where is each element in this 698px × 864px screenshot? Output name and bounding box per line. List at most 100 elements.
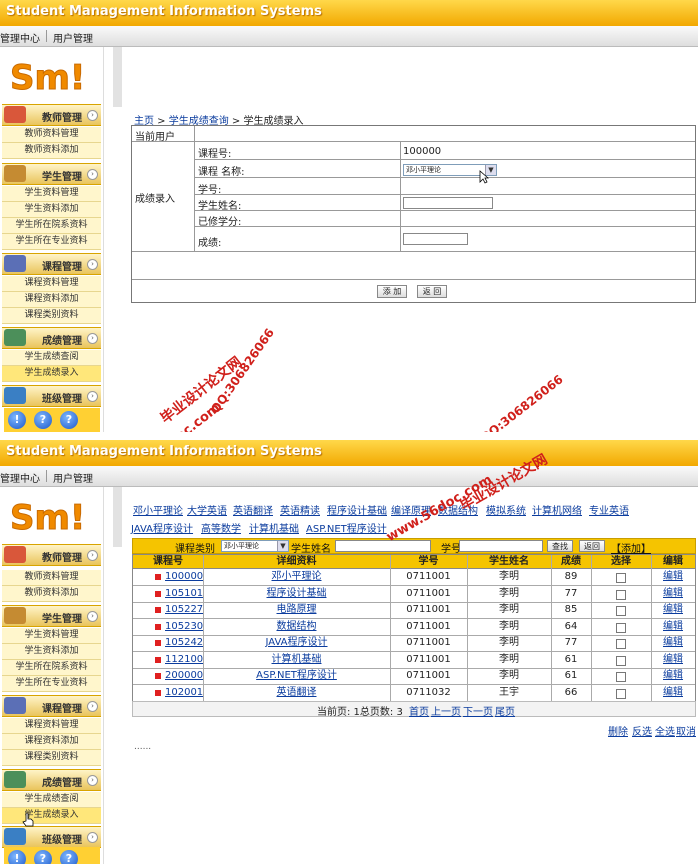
sidebar-group-score[interactable]: 成绩管理 › [2, 769, 101, 791]
sidebar-item-student-manage[interactable]: 学生资料管理 [2, 186, 101, 202]
sidebar-group-class[interactable]: 班级管理 › [2, 385, 101, 407]
sidebar-item-student-add[interactable]: 学生资料添加 [2, 202, 101, 218]
row-select-checkbox[interactable] [616, 639, 626, 649]
tab-course[interactable]: 英语精读 [280, 502, 320, 517]
row-select-checkbox[interactable] [616, 573, 626, 583]
sidebar-item-student-department[interactable]: 学生所在院系资料 [2, 218, 101, 234]
tab-course[interactable]: 模拟系统 [486, 502, 526, 517]
course-no-cell[interactable]: 100000 [157, 569, 203, 585]
edit-link[interactable]: 编辑 [651, 602, 695, 618]
top-menu-admin-center[interactable]: 管理中心 [0, 470, 40, 485]
collapse-icon[interactable]: › [87, 550, 98, 561]
sidebar-item-student-manage[interactable]: 学生资料管理 [2, 628, 101, 644]
prev-page-link[interactable]: 上一页 [431, 703, 461, 718]
select-all-link[interactable]: 全选 [655, 723, 675, 738]
course-detail-link[interactable]: 英语翻译 [203, 685, 390, 701]
collapse-icon[interactable]: › [87, 259, 98, 270]
sidebar-item-course-manage[interactable]: 课程资料管理 [2, 276, 101, 292]
back-button[interactable]: 返 回 [417, 285, 447, 298]
edit-link[interactable]: 编辑 [651, 685, 695, 701]
sidebar-splitter[interactable] [113, 47, 122, 107]
sidebar-item-course-category[interactable]: 课程类别资料 [2, 308, 101, 324]
tab-course[interactable]: 程序设计基础 [327, 502, 387, 517]
collapse-icon[interactable]: › [87, 611, 98, 622]
course-detail-link[interactable]: JAVA程序设计 [203, 635, 390, 651]
top-menu-user-management[interactable]: 用户管理 [53, 470, 93, 485]
row-select-checkbox[interactable] [616, 655, 626, 666]
sidebar-item-course-manage[interactable]: 课程资料管理 [2, 718, 101, 734]
alert-icon[interactable]: ! [8, 411, 26, 429]
sidebar-splitter[interactable] [113, 487, 122, 547]
student-name-input[interactable] [403, 197, 493, 209]
course-category-select[interactable]: 邓小平理论 ▼ [221, 540, 289, 552]
invert-selection-link[interactable]: 反选 [632, 723, 652, 738]
tab-course[interactable]: 计算机基础 [249, 520, 299, 535]
collapse-icon[interactable]: › [87, 169, 98, 180]
course-detail-link[interactable]: 电路原理 [203, 602, 390, 618]
alert-icon[interactable]: ! [8, 850, 26, 864]
score-input[interactable] [403, 233, 468, 245]
course-no-cell[interactable]: 112100 [157, 652, 203, 668]
course-detail-link[interactable]: 程序设计基础 [203, 586, 390, 602]
row-select-checkbox[interactable] [616, 622, 626, 633]
tab-course[interactable]: 计算机网络 [532, 502, 582, 517]
course-no-cell[interactable]: 102001 [157, 685, 203, 701]
course-detail-link[interactable]: 邓小平理论 [203, 569, 390, 585]
edit-link[interactable]: 编辑 [651, 652, 695, 668]
sidebar-item-student-major[interactable]: 学生所在专业资料 [2, 234, 101, 250]
help-icon[interactable]: ? [34, 850, 52, 864]
delete-link[interactable]: 删除 [608, 723, 628, 738]
edit-link[interactable]: 编辑 [651, 586, 695, 602]
back-button[interactable]: 返回 [579, 540, 605, 552]
tab-course[interactable]: 英语翻译 [233, 502, 273, 517]
help-icon[interactable]: ? [60, 411, 78, 429]
collapse-icon[interactable]: › [87, 701, 98, 712]
sidebar-group-course[interactable]: 课程管理 › [2, 253, 101, 275]
sidebar-item-student-major[interactable]: 学生所在专业资料 [2, 676, 101, 692]
cancel-link[interactable]: 取消 [676, 723, 696, 738]
course-no-cell[interactable]: 105230 [157, 619, 203, 635]
row-select-checkbox[interactable] [616, 688, 626, 699]
sidebar-group-course[interactable]: 课程管理 › [2, 695, 101, 717]
tab-course[interactable]: 专业英语 [589, 502, 629, 517]
sidebar-item-student-add[interactable]: 学生资料添加 [2, 644, 101, 660]
help-icon[interactable]: ? [34, 411, 52, 429]
add-button[interactable]: 添 加 [377, 285, 407, 298]
sidebar-item-course-category[interactable]: 课程类别资料 [2, 750, 101, 766]
edit-link[interactable]: 编辑 [651, 668, 695, 684]
collapse-icon[interactable]: › [87, 775, 98, 786]
row-select-checkbox[interactable] [616, 672, 626, 682]
sidebar-group-teacher[interactable]: 教师管理 › [2, 104, 101, 126]
top-menu-user-management[interactable]: 用户管理 [53, 30, 93, 45]
tab-course[interactable]: 大学英语 [187, 502, 227, 517]
tab-course[interactable]: JAVA程序设计 [131, 520, 193, 535]
first-page-link[interactable]: 首页 [409, 703, 429, 718]
sidebar-item-teacher-add[interactable]: 教师资料添加 [2, 143, 101, 159]
collapse-icon[interactable]: › [87, 333, 98, 344]
sidebar-item-score-entry[interactable]: 学生成绩录入 [2, 366, 101, 382]
student-name-filter-input[interactable] [335, 540, 431, 552]
course-no-cell[interactable]: 105242 [157, 635, 203, 651]
sidebar-item-teacher-manage[interactable]: 教师资料管理 [2, 570, 101, 586]
sidebar-item-score-query[interactable]: 学生成绩查阅 [2, 350, 101, 366]
sidebar-item-student-department[interactable]: 学生所在院系资料 [2, 660, 101, 676]
tab-course[interactable]: ASP.NET程序设计 [306, 520, 387, 535]
course-no-cell[interactable]: 105101 [157, 586, 203, 602]
help-icon[interactable]: ? [60, 850, 78, 864]
sidebar-group-student[interactable]: 学生管理 › [2, 605, 101, 627]
edit-link[interactable]: 编辑 [651, 619, 695, 635]
sidebar-item-course-add[interactable]: 课程资料添加 [2, 734, 101, 750]
tab-course[interactable]: 邓小平理论 [133, 502, 183, 517]
row-select-checkbox[interactable] [616, 589, 626, 600]
last-page-link[interactable]: 尾页 [495, 703, 515, 718]
row-select-checkbox[interactable] [616, 606, 626, 616]
course-no-cell[interactable]: 200000 [157, 668, 203, 684]
sidebar-group-teacher[interactable]: 教师管理 › [2, 544, 101, 566]
sidebar-group-student[interactable]: 学生管理 › [2, 163, 101, 185]
sidebar-group-class[interactable]: 班级管理 › [2, 826, 101, 848]
top-menu-admin-center[interactable]: 管理中心 [0, 30, 40, 45]
edit-link[interactable]: 编辑 [651, 635, 695, 651]
chevron-down-icon[interactable]: ▼ [277, 541, 288, 551]
collapse-icon[interactable]: › [87, 391, 98, 402]
student-no-filter-input[interactable] [459, 540, 543, 552]
